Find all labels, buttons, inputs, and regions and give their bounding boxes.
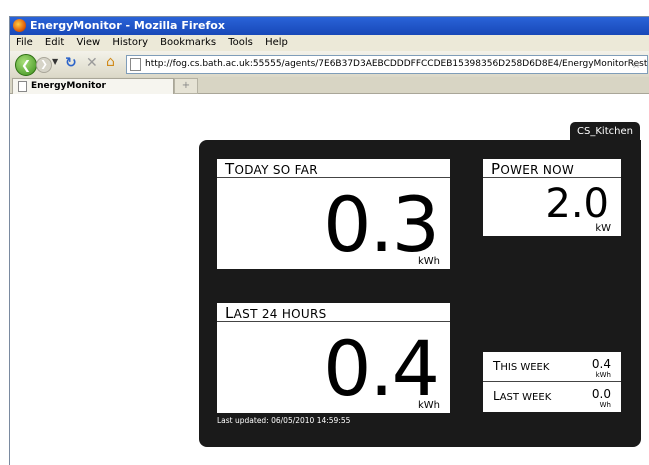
menu-help[interactable]: Help [265,35,288,51]
history-dropdown-icon[interactable]: ▼ [52,57,58,66]
bookmark-star-icon[interactable]: ☆ [631,56,641,73]
last24-panel: LAST 24 HOURS 0.4 kWh [217,303,450,413]
tab-energymonitor[interactable]: EnergyMonitor [12,78,174,94]
last-week-label: LAST WEEK [493,389,552,403]
today-heading: TODAY SO FAR [217,159,450,178]
location-tab[interactable]: CS_Kitchen [570,122,640,142]
power-heading: POWER NOW [483,159,621,178]
this-week-row: THIS WEEK 0.4 kWh [483,352,621,382]
last-week-row: LAST WEEK 0.0 Wh [483,382,621,411]
reload-icon[interactable]: ↻ [65,55,77,71]
page-icon [130,58,141,71]
firefox-icon [13,19,26,32]
menu-tools[interactable]: Tools [228,35,253,51]
last-week-unit: Wh [599,401,611,409]
window-title: EnergyMonitor - Mozilla Firefox [30,19,225,32]
this-week-value: 0.4 [591,357,611,371]
page-icon [18,81,27,92]
tab-bar: EnergyMonitor + [10,77,649,94]
url-text: http://fog.cs.bath.ac.uk:55555/agents/7E… [145,59,648,69]
last24-unit: kWh [417,400,440,411]
power-panel: POWER NOW 2.0 kW [483,159,621,236]
forward-button[interactable]: ❯ [36,57,52,73]
tab-label: EnergyMonitor [31,81,106,91]
last24-value: 0.4 [323,324,440,413]
navigation-toolbar: ❮ ❯ ▼ ↻ ✕ ⌂ http://fog.cs.bath.ac.uk:555… [10,51,649,78]
menu-edit[interactable]: Edit [45,35,64,51]
menu-file[interactable]: File [16,35,33,51]
menu-view[interactable]: View [76,35,100,51]
menu-bar: File Edit View History Bookmarks Tools H… [10,35,649,51]
today-panel: TODAY SO FAR 0.3 kWh [217,159,450,269]
menu-bookmarks[interactable]: Bookmarks [160,35,216,51]
last-week-value: 0.0 [591,387,611,401]
power-value: 2.0 [545,181,609,227]
this-week-unit: kWh [595,371,611,379]
new-tab-button[interactable]: + [174,78,198,94]
today-value: 0.3 [323,180,440,269]
menu-history[interactable]: History [112,35,148,51]
power-unit: kW [595,223,611,234]
last24-heading: LAST 24 HOURS [217,303,450,322]
today-unit: kWh [417,256,440,267]
stop-icon[interactable]: ✕ [86,55,98,71]
back-button[interactable]: ❮ [15,54,37,76]
address-bar[interactable]: http://fog.cs.bath.ac.uk:55555/agents/7E… [126,55,648,74]
this-week-label: THIS WEEK [493,359,550,373]
weekly-panel: THIS WEEK 0.4 kWh LAST WEEK 0.0 Wh [483,352,621,412]
energy-dashboard: TODAY SO FAR 0.3 kWh POWER NOW 2.0 kW LA… [199,140,641,447]
last-updated-text: Last updated: 06/05/2010 14:59:55 [217,416,351,425]
home-icon[interactable]: ⌂ [106,54,115,70]
title-bar: EnergyMonitor - Mozilla Firefox [10,17,649,35]
